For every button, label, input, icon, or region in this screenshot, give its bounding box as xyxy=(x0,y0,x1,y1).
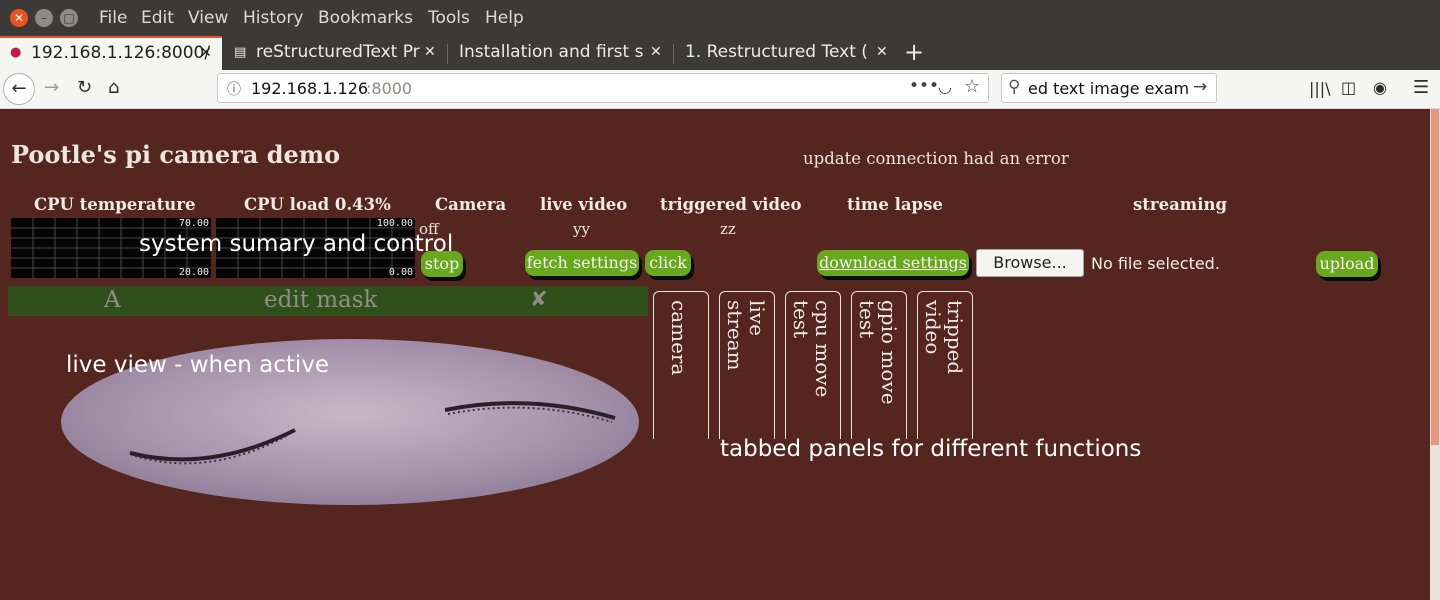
forward-icon[interactable]: → xyxy=(44,77,59,98)
library-icon[interactable]: |||\ xyxy=(1309,79,1331,98)
search-icon: ⚲ xyxy=(1008,77,1021,97)
tab-cpu-move-label: cpu move test xyxy=(789,300,835,398)
mask-close-icon[interactable]: ✘ xyxy=(530,287,548,311)
maximize-icon[interactable]: □ xyxy=(60,9,78,27)
header-time-lapse: time lapse xyxy=(847,195,943,214)
tab-close-icon[interactable]: ✕ xyxy=(876,36,888,69)
menu-tools[interactable]: Tools xyxy=(428,8,470,28)
annotation-system-summary: system sumary and control xyxy=(139,231,454,257)
click-button[interactable]: click xyxy=(645,250,691,276)
menu-file[interactable]: File xyxy=(99,8,127,28)
browse-button[interactable]: Browse... xyxy=(976,249,1084,277)
gauge-max: 100.00 xyxy=(376,218,413,229)
header-streaming: streaming xyxy=(1133,195,1228,214)
tab-camera-label: camera xyxy=(667,300,691,376)
hamburger-menu-icon[interactable]: ☰ xyxy=(1413,77,1429,98)
edit-mask-button[interactable]: edit mask xyxy=(264,287,378,313)
upload-button[interactable]: upload xyxy=(1316,251,1378,277)
tab-3[interactable]: Installation and first se ✕ xyxy=(448,36,670,70)
mask-bar: A edit mask ✘ xyxy=(8,286,648,316)
sidebar-icon[interactable]: ◫ xyxy=(1341,78,1356,97)
menu-view[interactable]: View xyxy=(188,8,228,28)
live-video-value: yy xyxy=(573,220,590,238)
tab-gpio-move-test[interactable]: gpio move test xyxy=(851,291,907,439)
go-arrow-icon[interactable]: → xyxy=(1193,77,1207,97)
tab-cpu-move-test[interactable]: cpu move test xyxy=(785,291,841,439)
tab-2[interactable]: ▤ reStructuredText Pr ✕ xyxy=(224,36,446,70)
status-message: update connection had an error xyxy=(803,149,1069,168)
pocket-icon[interactable]: ◡ xyxy=(938,77,952,96)
header-cpu-load: CPU load 0.43% xyxy=(244,195,391,214)
bookmark-star-icon[interactable]: ☆ xyxy=(964,76,980,97)
triggered-video-value: zz xyxy=(720,220,736,238)
tab-close-icon[interactable]: ✕ xyxy=(424,36,436,69)
scrollbar-thumb[interactable] xyxy=(1431,109,1439,445)
menu-history[interactable]: History xyxy=(243,8,303,28)
tab-close-icon[interactable]: ✕ xyxy=(200,38,212,68)
info-icon[interactable]: ⓘ xyxy=(227,79,241,99)
menu-help[interactable]: Help xyxy=(485,8,524,28)
download-settings-button[interactable]: download settings xyxy=(817,250,969,276)
tab-label: Installation and first se xyxy=(459,42,643,62)
gauge-max: 70.00 xyxy=(178,218,209,229)
tab-tripped-video[interactable]: tripped video xyxy=(917,291,973,439)
header-camera: Camera xyxy=(435,195,507,214)
back-icon[interactable]: ← xyxy=(3,73,35,105)
more-icon[interactable]: ••• xyxy=(909,76,939,96)
header-live-video: live video xyxy=(540,195,628,214)
header-triggered-video: triggered video xyxy=(660,195,802,214)
tab-close-icon[interactable]: ✕ xyxy=(650,36,662,69)
extension-icon[interactable]: ◉ xyxy=(1373,78,1387,97)
search-bar[interactable]: ⚲ ed text image exam → xyxy=(1001,73,1217,103)
annotation-tabbed-panels: tabbed panels for different functions xyxy=(720,436,1142,462)
tab-active[interactable]: ● 192.168.1.126:8000/ ✕ xyxy=(0,36,222,70)
tab-label: 192.168.1.126:8000/ xyxy=(31,43,211,63)
close-icon[interactable]: ✕ xyxy=(10,9,28,27)
reload-icon[interactable]: ↻ xyxy=(77,77,92,98)
header-cpu-temperature: CPU temperature xyxy=(34,195,196,214)
document-icon: ▤ xyxy=(234,45,247,60)
tab-label: reStructuredText Pr xyxy=(256,42,420,62)
search-input[interactable]: ed text image exam xyxy=(1028,79,1188,98)
tab-camera[interactable]: camera xyxy=(653,291,709,439)
page-title: Pootle's pi camera demo xyxy=(11,140,341,169)
gauge-min: 0.00 xyxy=(388,267,413,278)
scrollbar[interactable] xyxy=(1430,109,1440,600)
annotation-live-view: live view - when active xyxy=(66,352,330,378)
raspberry-icon: ● xyxy=(10,45,22,60)
menu-edit[interactable]: Edit xyxy=(141,8,174,28)
file-status: No file selected. xyxy=(1091,254,1220,273)
home-icon[interactable]: ⌂ xyxy=(108,77,119,98)
tab-live-stream[interactable]: live stream xyxy=(719,291,775,439)
gauge-min: 20.00 xyxy=(178,267,209,278)
tab-gpio-move-label: gpio move test xyxy=(855,300,901,405)
fetch-settings-button[interactable]: fetch settings xyxy=(525,250,639,276)
tab-live-stream-label: live stream xyxy=(723,300,769,371)
new-tab-icon[interactable]: + xyxy=(904,38,924,66)
menu-bookmarks[interactable]: Bookmarks xyxy=(318,8,413,28)
tab-label: 1. Restructured Text (re xyxy=(685,42,869,62)
mask-a-button[interactable]: A xyxy=(104,287,121,313)
tab-tripped-video-label: tripped video xyxy=(921,300,967,375)
url-host: 192.168.1.126 xyxy=(251,79,369,98)
url-bar[interactable]: ⓘ 192.168.1.126 :8000 ••• ◡ ☆ xyxy=(217,73,989,103)
minimize-icon[interactable]: – xyxy=(35,9,53,27)
url-port: :8000 xyxy=(366,79,413,98)
tab-4[interactable]: 1. Restructured Text (re ✕ xyxy=(674,36,896,70)
